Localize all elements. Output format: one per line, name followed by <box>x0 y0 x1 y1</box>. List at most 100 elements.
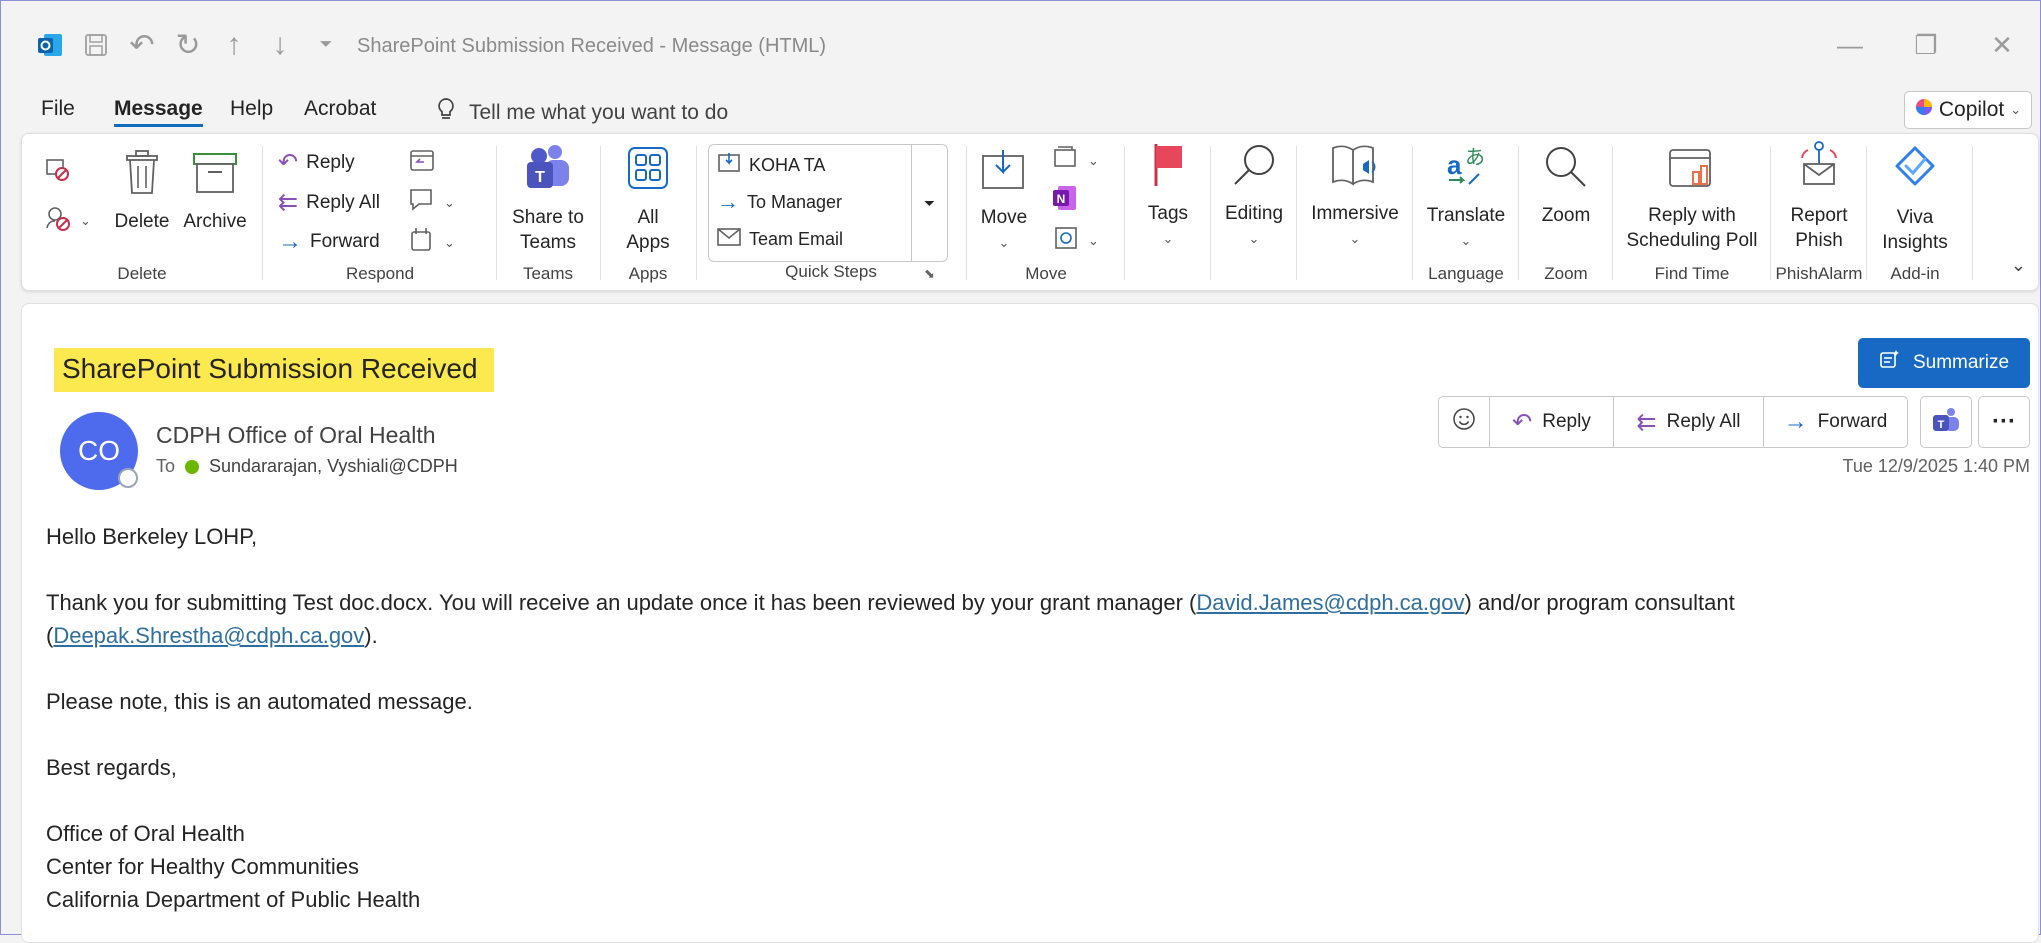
add-in-group: Viva Insights Add-in <box>1868 134 1962 292</box>
redo-icon[interactable]: ↻ <box>165 27 211 63</box>
reply-icon: ↶ <box>278 149 299 176</box>
onenote-button[interactable]: N <box>1052 184 1078 218</box>
quick-step-team-email[interactable]: Team Email <box>717 227 843 252</box>
to-label: To <box>156 456 176 476</box>
share-to-teams-label: Share to Teams <box>512 207 584 253</box>
immersive-reader-button[interactable]: Immersive ⌄ <box>1298 142 1412 251</box>
teams-chat-button[interactable]: T <box>1920 396 1972 448</box>
translate-icon: aあ <box>1414 144 1518 197</box>
email-link[interactable]: David.James@cdph.ca.gov <box>1196 590 1464 615</box>
quick-steps-gallery: KOHA TA → To Manager Team Email ⏷ <box>708 144 948 262</box>
ignore-button[interactable] <box>44 156 72 190</box>
dialog-launcher-icon[interactable]: ⬊ <box>924 266 935 282</box>
more-options-icon[interactable]: ··· <box>1978 396 2030 448</box>
presence-status-icon <box>118 468 138 488</box>
tags-button[interactable]: Tags ⌄ <box>1126 142 1210 251</box>
report-phish-button[interactable]: Report Phish <box>1772 140 1866 253</box>
reply-label: Reply <box>306 151 355 173</box>
copilot-button[interactable]: Copilot ⌄ <box>1904 91 2032 129</box>
avatar-initials: CO <box>78 435 120 466</box>
reply-button[interactable]: ↶ Reply <box>1489 397 1613 447</box>
recipient-name[interactable]: Sundararajan, Vyshiali@CDPH <box>209 456 458 477</box>
message-timestamp: Tue 12/9/2025 1:40 PM <box>1842 456 2030 476</box>
greeting: Hello Berkeley LOHP, <box>46 524 258 549</box>
ribbon-separator <box>696 146 697 280</box>
svg-text:あ: あ <box>1465 145 1485 169</box>
customize-toolbar-icon[interactable]: ⏷ <box>303 27 349 63</box>
move-button[interactable]: Move ⌄ <box>974 148 1034 255</box>
archive-button[interactable]: Archive <box>177 150 253 234</box>
quick-step-to-manager[interactable]: → To Manager <box>717 189 842 215</box>
reply-with-scheduling-poll-button[interactable]: Reply with Scheduling Poll <box>1614 144 1770 253</box>
ribbon-separator <box>496 146 497 280</box>
tell-me-search[interactable]: Tell me what you want to do <box>437 97 728 129</box>
quick-step-label: KOHA TA <box>749 155 826 175</box>
close-icon[interactable]: ✕ <box>1964 25 2040 65</box>
emoji-reaction-button[interactable] <box>1439 397 1489 447</box>
forward-icon: → <box>278 228 302 255</box>
avatar[interactable]: CO <box>60 412 138 490</box>
forward-icon: → <box>1783 408 1808 435</box>
teams-group-label: Teams <box>522 264 574 283</box>
chevron-down-icon: ⌄ <box>1088 233 1099 248</box>
translate-button[interactable]: aあ Translate ⌄ <box>1414 144 1518 253</box>
svg-text:T: T <box>535 169 545 186</box>
actions-button[interactable]: ⌄ <box>1052 224 1099 258</box>
share-to-teams-button[interactable]: T Share to Teams <box>498 142 598 255</box>
viva-insights-button[interactable]: Viva Insights <box>1868 142 1962 255</box>
move-to-folder-icon <box>717 151 741 180</box>
reply-icon: ↶ <box>1512 408 1533 436</box>
signature-line: Office of Oral Health <box>46 821 245 846</box>
restore-icon[interactable]: ❐ <box>1888 25 1964 65</box>
menu-acrobat[interactable]: Acrobat <box>304 97 376 121</box>
menu-help[interactable]: Help <box>230 97 273 121</box>
teams-group: T Share to Teams Teams <box>498 134 598 292</box>
next-item-icon[interactable]: ↓ <box>257 27 303 63</box>
menu-file[interactable]: File <box>41 97 75 121</box>
summarize-icon <box>1879 349 1901 377</box>
delete-button[interactable]: Delete <box>114 150 170 234</box>
all-apps-button[interactable]: All Apps <box>602 142 694 255</box>
copilot-label: Copilot <box>1938 98 2005 121</box>
ribbon-separator <box>1124 146 1125 280</box>
reply-all-button[interactable]: ⇇ Reply All <box>1613 397 1763 447</box>
reply-all-button[interactable]: ⇇ Reply All <box>278 188 380 217</box>
quick-step-koha-ta[interactable]: KOHA TA <box>717 151 825 180</box>
forward-button[interactable]: → Forward <box>1763 397 1907 447</box>
reply-all-label: Reply All <box>1666 411 1741 432</box>
immersive-group: Immersive ⌄ <box>1298 134 1412 292</box>
zoom-button[interactable]: Zoom <box>1520 144 1612 228</box>
reply-button[interactable]: ↶ Reply <box>278 148 355 177</box>
email-link[interactable]: Deepak.Shrestha@cdph.ca.gov <box>53 623 364 648</box>
menu-message[interactable]: Message <box>114 97 203 127</box>
ribbon-collapse-chevron-icon[interactable]: ⌄ <box>2011 255 2026 276</box>
editing-button[interactable]: Editing ⌄ <box>1212 142 1296 251</box>
delete-label: Delete <box>114 211 170 232</box>
previous-item-icon[interactable]: ↑ <box>211 27 257 63</box>
sender-name[interactable]: CDPH Office of Oral Health <box>156 422 436 449</box>
message-body: Hello Berkeley LOHP, Thank you for submi… <box>46 520 2006 916</box>
forward-button[interactable]: → Forward <box>278 228 380 256</box>
minimize-icon[interactable]: — <box>1812 25 1888 65</box>
quick-steps-expand-icon[interactable]: ⏷ <box>911 145 947 261</box>
smiley-icon <box>1452 407 1476 437</box>
tell-me-label: Tell me what you want to do <box>469 101 729 124</box>
meeting-reply-button[interactable] <box>408 146 436 180</box>
move-label: Move <box>980 207 1028 228</box>
junk-button[interactable]: ⌄ <box>44 204 91 238</box>
find-time-group-label: Find Time <box>1654 264 1730 283</box>
save-icon[interactable] <box>73 27 119 63</box>
im-reply-button[interactable]: ⌄ <box>408 186 455 220</box>
summarize-button[interactable]: Summarize <box>1858 338 2030 388</box>
rules-button[interactable]: ⌄ <box>1052 144 1099 178</box>
teams-icon: T <box>1931 405 1961 440</box>
editing-group: Editing ⌄ <box>1212 134 1296 292</box>
message-actions: ↶ Reply ⇇ Reply All → Forward <box>1438 396 1908 448</box>
more-respond-button[interactable]: ⌄ <box>408 226 455 260</box>
svg-text:a: a <box>1447 150 1462 180</box>
body-text: ). <box>364 623 378 648</box>
reply-all-label: Reply All <box>306 191 381 213</box>
undo-icon[interactable]: ↶ <box>119 27 165 63</box>
respond-group: ↶ Reply ⇇ Reply All → Forward ⌄ ⌄ Respon… <box>264 134 496 292</box>
phish-alarm-icon <box>1772 140 1866 197</box>
